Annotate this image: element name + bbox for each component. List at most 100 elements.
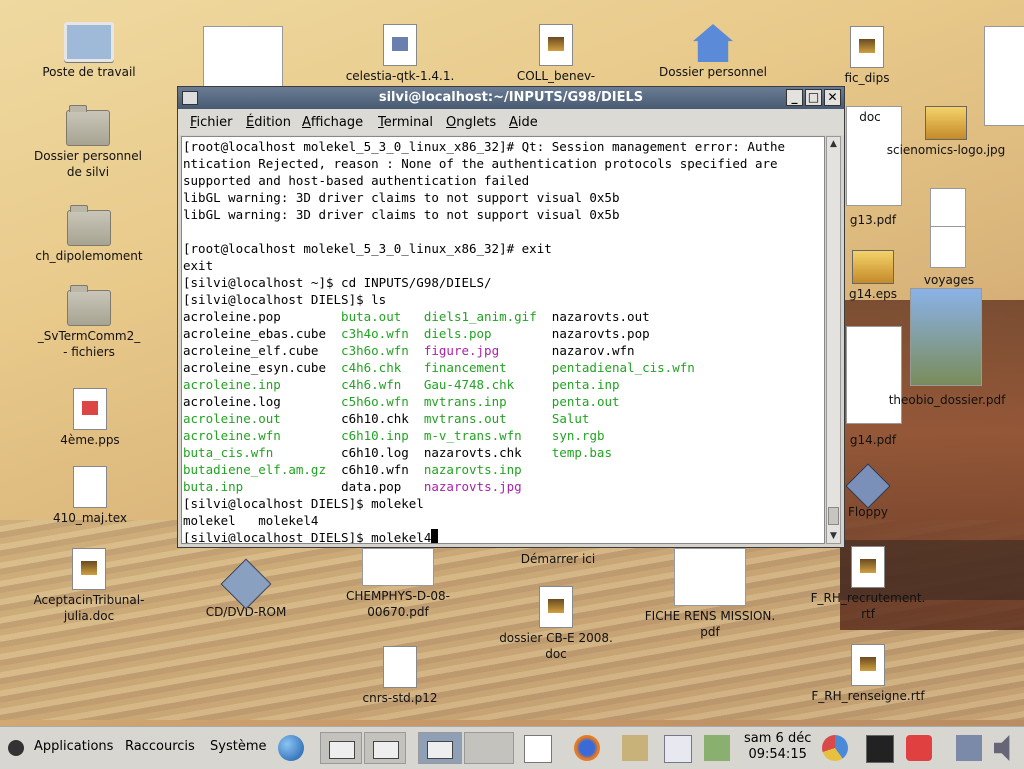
menu-fichier[interactable]: Fichier (190, 115, 233, 130)
taskbar-button-2[interactable] (364, 732, 406, 764)
writer-icon[interactable] (664, 735, 692, 763)
desktop-icon-floppy[interactable]: Floppy (838, 463, 898, 520)
desktop-icon-pps[interactable]: 4ème.pps (40, 388, 140, 448)
desktop-icon-svterm[interactable]: _SvTermComm2_ - fichiers (28, 285, 150, 360)
desktop-icon-theobio[interactable]: theobio_dossier.pdf (880, 392, 1014, 408)
desktop-icon-g13[interactable]: g13.pdf (838, 212, 908, 228)
chart-icon[interactable] (822, 735, 848, 761)
scroll-down-arrow-icon[interactable]: ▼ (827, 529, 840, 543)
icon-label: Dossier personnel de silvi (33, 149, 142, 179)
close-button[interactable]: ✕ (824, 89, 841, 106)
ls-entry: nazarovts.inp (423, 462, 522, 477)
window-title: silvi@localhost:~/INPUTS/G98/DIELS (378, 90, 644, 105)
pdf-thumbnail[interactable] (846, 326, 902, 424)
desktop-icon-acept[interactable]: AceptacinTribunal- julia.doc (24, 548, 154, 624)
taskbar-button-1[interactable] (320, 732, 362, 764)
terminal-launcher-icon[interactable] (866, 735, 894, 763)
menu-terminal[interactable]: Terminal (378, 115, 433, 130)
terminal-scrollbar[interactable]: ▲ ▼ (826, 136, 841, 544)
terminal-icon (427, 741, 453, 759)
ls-entry: mvtrans.out (423, 411, 507, 426)
desktop-icon-dossier-perso[interactable]: Dossier personnel (652, 24, 774, 80)
icon-label: g14.eps (849, 287, 897, 301)
document-thumbnail[interactable] (930, 226, 966, 268)
network-status-icon[interactable] (956, 735, 982, 761)
desktop-icon-doc[interactable]: doc (850, 109, 890, 125)
icon-label: cnrs-std.p12 (362, 691, 438, 705)
ls-entry: buta_cis.wfn (183, 445, 274, 460)
icon-label: theobio_dossier.pdf (888, 393, 1006, 407)
scrollbar-thumb[interactable] (828, 507, 839, 525)
desktop-icon-demarrer[interactable]: Démarrer ici (510, 551, 606, 567)
taskbar-button-empty[interactable] (464, 732, 514, 764)
desktop-icon-celestia[interactable]: celestia-qtk-1.4.1. (338, 24, 462, 84)
ls-entry: financement (423, 360, 507, 375)
folder-icon (67, 285, 111, 326)
clock[interactable]: sam 6 déc 09:54:15 (744, 731, 811, 763)
terminal-output[interactable]: [root@localhost molekel_5_3_0_linux_x86_… (181, 136, 825, 544)
menu-raccourcis[interactable]: Raccourcis (125, 739, 195, 754)
firefox-icon[interactable] (574, 735, 600, 761)
menu-systeme[interactable]: Système (210, 739, 266, 754)
ls-entry: acroleine.wfn (183, 428, 281, 443)
calc-icon[interactable] (704, 735, 730, 761)
terminal-icon (329, 741, 355, 759)
document-thumbnail[interactable] (984, 26, 1024, 126)
menu-aide[interactable]: Aide (509, 115, 538, 130)
desktop-icon-frh-rens[interactable]: F_RH_renseigne.rtf (804, 644, 932, 704)
document-thumbnail[interactable] (203, 26, 283, 90)
document-icon (72, 548, 106, 590)
desktop-icon-dossier-cb[interactable]: dossier CB-E 2008. doc (488, 586, 624, 662)
ls-entry: diels.pop (423, 326, 492, 341)
taskbar-button-terminal-active[interactable] (418, 732, 462, 764)
document-icon (851, 546, 885, 588)
ls-entry: c3h4o.wfn (341, 326, 409, 341)
desktop-icon-dossier-silvi[interactable]: Dossier personnel de silvi (26, 105, 150, 180)
desktop-icon-g14pdf[interactable]: g14.pdf (838, 432, 908, 448)
ls-entry: penta.inp (551, 377, 620, 392)
desktop-icon-fic-dips[interactable]: fic_dips (834, 26, 900, 86)
terminal-window[interactable]: silvi@localhost:~/INPUTS/G98/DIELS _ □ ✕… (177, 86, 845, 548)
desktop-icon-coll[interactable]: COLL_benev- (500, 24, 612, 84)
desktop-icon-fiche[interactable]: FICHE RENS MISSION. pdf (640, 548, 780, 640)
ls-entry: Salut (551, 411, 590, 426)
mail-icon[interactable] (622, 735, 648, 761)
desktop-icon-ch-dipole[interactable]: ch_dipolemoment (28, 205, 150, 264)
menu-affichage[interactable]: Affichage (302, 115, 363, 130)
document-icon[interactable] (524, 735, 552, 763)
ls-entry: m-v_trans.wfn (423, 428, 522, 443)
menubar: Fichier Édition Affichage Terminal Ongle… (178, 109, 844, 135)
desktop-icon-cdrom[interactable]: CD/DVD-ROM (196, 558, 296, 620)
desktop-icon-frh-recru[interactable]: F_RH_recrutement. rtf (804, 546, 932, 622)
ls-entry: buta.inp (183, 479, 244, 494)
ls-entry: Gau-4748.chk (423, 377, 515, 392)
network-globe-icon[interactable] (278, 735, 304, 761)
menu-onglets[interactable]: Onglets (446, 115, 496, 130)
terminal-text: [root@localhost molekel_5_3_0_linux_x86_… (183, 139, 786, 544)
pdf-thumbnail-icon (674, 548, 746, 606)
scroll-up-arrow-icon[interactable]: ▲ (827, 137, 840, 151)
image-thumbnail[interactable] (910, 288, 982, 386)
maximize-button[interactable]: □ (805, 89, 822, 106)
heart-app-icon[interactable] (906, 735, 932, 761)
window-titlebar[interactable]: silvi@localhost:~/INPUTS/G98/DIELS _ □ ✕ (178, 87, 844, 109)
menu-applications[interactable]: Applications (34, 739, 113, 754)
desktop-icon-voyages[interactable]: voyages (914, 272, 984, 288)
desktop-icon-poste[interactable]: Poste de travail (36, 22, 142, 80)
desktop-icon-chemphys[interactable]: CHEMPHYS-D-08- 00670.pdf (336, 548, 460, 620)
desktop-icon-maj[interactable]: 410_maj.tex (40, 466, 140, 526)
minimize-button[interactable]: _ (786, 89, 803, 106)
ls-entry: nazarovts.jpg (423, 479, 522, 494)
ls-entry: c5h6o.wfn (341, 394, 409, 409)
ls-entry: butadiene_elf.am.gz (183, 462, 326, 477)
volume-icon[interactable] (994, 735, 1010, 761)
icon-label: F_RH_recrutement. rtf (810, 591, 926, 621)
document-thumbnail[interactable] (930, 188, 966, 230)
menu-edition[interactable]: Édition (246, 115, 291, 130)
desktop-icon-cnrs[interactable]: cnrs-std.p12 (350, 646, 450, 706)
bottom-panel: Applications Raccourcis Système sam 6 dé… (0, 726, 1024, 769)
icon-label: Poste de travail (42, 65, 136, 79)
desktop-icon-g14eps[interactable]: g14.eps (838, 250, 908, 302)
icon-label: Dossier personnel (658, 65, 767, 79)
icon-label: g14.pdf (849, 433, 897, 447)
